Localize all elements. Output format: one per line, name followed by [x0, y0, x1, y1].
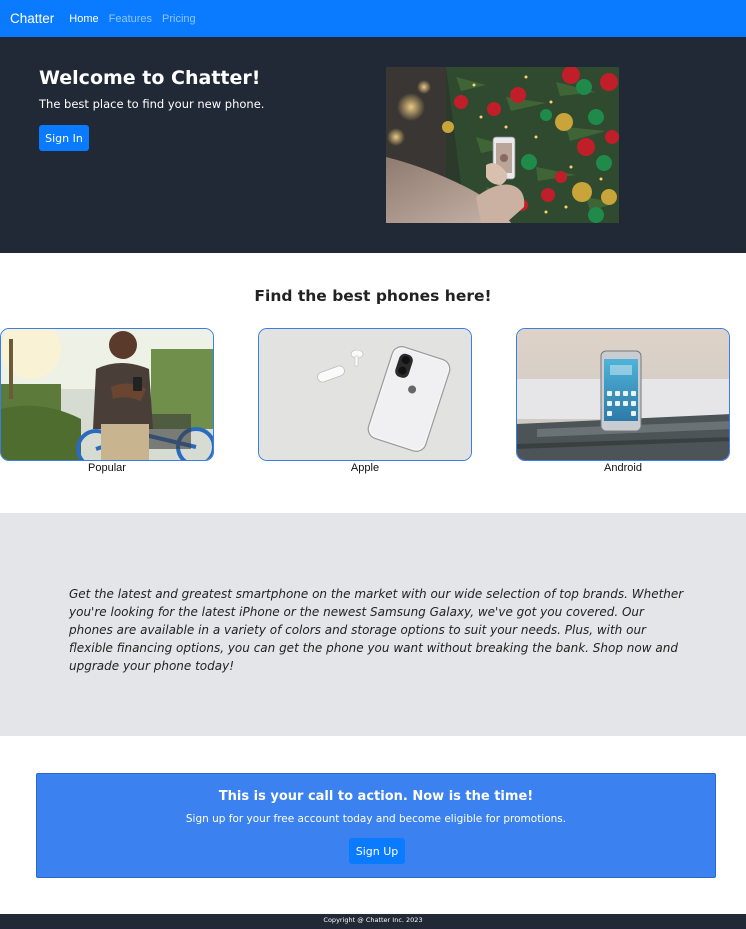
apple-label: Apple [350, 462, 380, 474]
android-label: Android [604, 462, 642, 474]
hero-title: Welcome to Chatter! [39, 67, 261, 89]
popular-image [1, 329, 213, 460]
hero-subtitle: The best place to find your new phone. [39, 97, 265, 111]
top-navbar: Chatter Home Features Pricing [0, 0, 746, 37]
nav-features[interactable]: Features [109, 13, 152, 25]
call-to-action-box: This is your call to action. Now is the … [36, 773, 716, 878]
footer: Copyright @ Chatter Inc. 2023 [0, 914, 746, 929]
sign-in-button[interactable]: Sign In [39, 125, 89, 151]
sign-up-button[interactable]: Sign Up [349, 838, 405, 864]
cta-subtitle: Sign up for your free account today and … [185, 813, 567, 825]
hero-image [386, 67, 619, 223]
brand-logo[interactable]: Chatter [10, 11, 54, 26]
nav-pricing[interactable]: Pricing [162, 13, 196, 25]
promo-text: Get the latest and greatest smartphone o… [69, 587, 684, 673]
nav-home[interactable]: Home [69, 13, 98, 25]
popular-card[interactable] [0, 328, 214, 461]
hero-section: Welcome to Chatter! The best place to fi… [0, 37, 746, 253]
apple-image [259, 329, 471, 460]
phones-section-title: Find the best phones here! [254, 287, 492, 305]
android-card[interactable] [516, 328, 730, 461]
copyright-text: Copyright @ Chatter Inc. 2023 [323, 916, 423, 924]
promo-section: Get the latest and greatest smartphone o… [0, 513, 746, 736]
popular-label: Popular [88, 462, 126, 474]
android-image [517, 329, 729, 460]
cta-title: This is your call to action. Now is the … [218, 789, 534, 804]
apple-card[interactable] [258, 328, 472, 461]
